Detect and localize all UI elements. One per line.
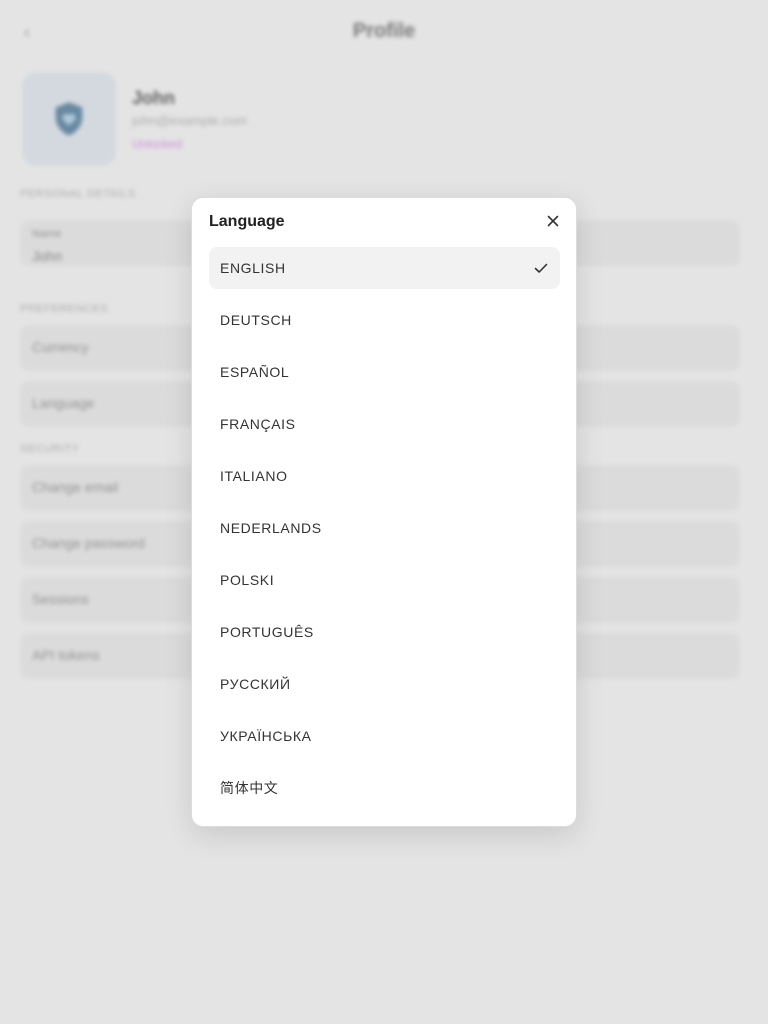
user-badge: Unlocked [132,137,183,151]
close-icon [547,215,559,227]
language-option-russian[interactable]: РУССКИЙ [209,663,560,705]
language-option-espanol[interactable]: ESPAÑOL [209,351,560,393]
language-option-label: ITALIANO [220,468,288,484]
change-email-label: Change email [32,479,119,495]
language-option-polski[interactable]: POLSKI [209,559,560,601]
api-tokens-label: API tokens [32,647,100,663]
section-personal-details: Personal Details [20,188,136,200]
page-title: Profile [352,20,416,42]
user-email: john@example.com [132,113,248,128]
name-field-value: John [32,248,63,264]
language-option-label: ENGLISH [220,260,286,276]
language-option-label: FRANÇAIS [220,416,296,432]
dialog-title: Language [209,213,285,230]
top-bar: ‹ Profile [0,0,768,64]
language-option-chinese-simplified[interactable]: 简体中文 [209,767,560,809]
language-option-label: POLSKI [220,572,275,588]
name-field-label: Name [32,228,62,240]
check-icon [534,263,548,273]
language-option-label: PORTUGUÊS [220,624,314,640]
language-option-nederlands[interactable]: NEDERLANDS [209,507,560,549]
language-option-ukrainian[interactable]: УКРАЇНСЬКА [209,715,560,757]
language-row-label: Language [32,395,95,411]
language-option-francais[interactable]: FRANÇAIS [209,403,560,445]
avatar [22,72,116,166]
language-dialog: Language ENGLISH DEUTSCH ESPAÑOL FRANÇAI… [191,197,577,827]
language-list: ENGLISH DEUTSCH ESPAÑOL FRANÇAIS ITALIAN… [209,247,560,819]
language-option-label: УКРАЇНСЬКА [220,728,312,744]
section-security: Security [20,443,80,455]
currency-row-label: Currency [32,339,89,355]
language-option-deutsch[interactable]: DEUTSCH [209,299,560,341]
change-password-label: Change password [32,535,145,551]
language-option-label: DEUTSCH [220,312,292,328]
language-option-label: ESPAÑOL [220,364,290,380]
language-option-label: 简体中文 [220,780,279,796]
language-option-portugues[interactable]: PORTUGUÊS [209,611,560,653]
language-option-english[interactable]: ENGLISH [209,247,560,289]
shield-heart-icon [55,102,83,136]
close-button[interactable] [542,210,564,232]
language-option-label: NEDERLANDS [220,520,322,536]
sessions-label: Sessions [32,591,89,607]
user-name: John [132,88,175,108]
language-option-label: РУССКИЙ [220,676,291,692]
language-option-italiano[interactable]: ITALIANO [209,455,560,497]
section-preferences: Preferences [20,303,109,315]
